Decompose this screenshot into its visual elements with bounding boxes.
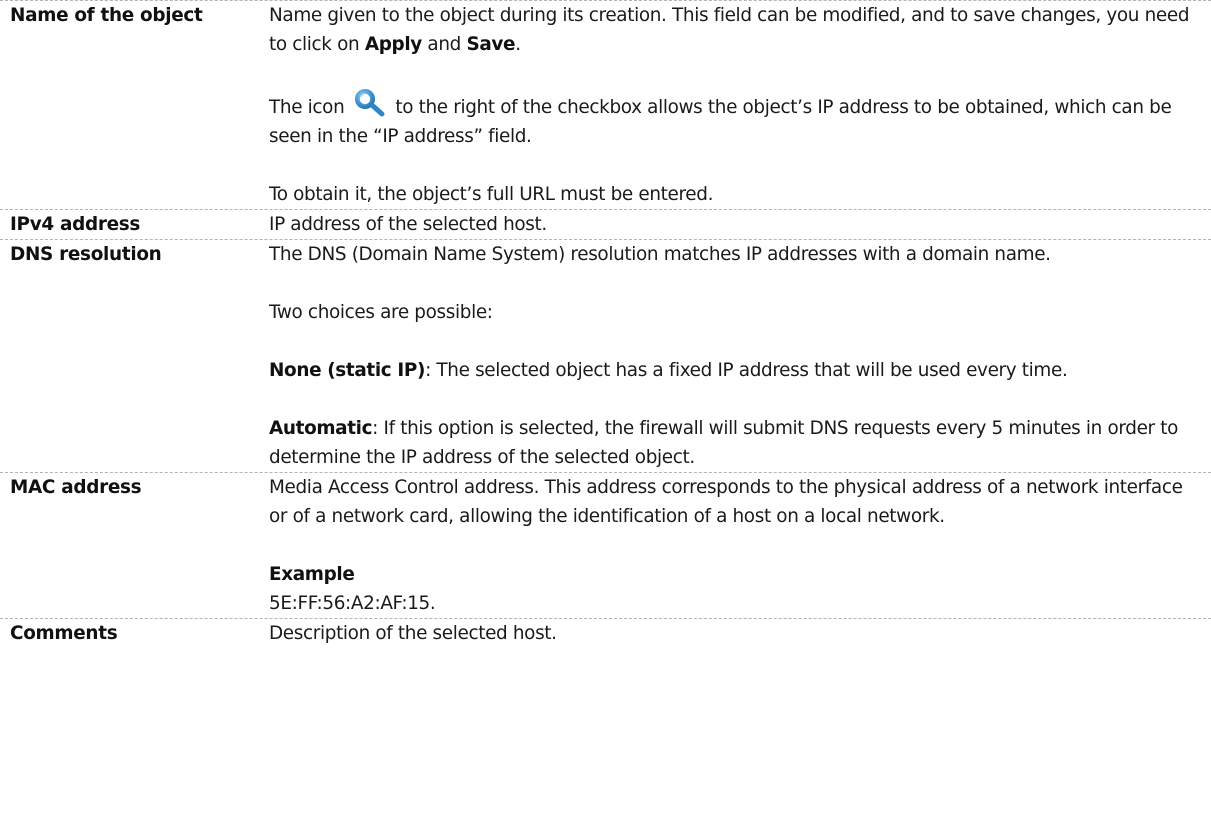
field-description: IP address of the selected host.	[269, 210, 1211, 239]
keyword-save: Save	[466, 34, 516, 55]
keyword-automatic: Automatic	[269, 418, 373, 439]
text-run: and	[421, 34, 467, 55]
field-label: Name of the object	[10, 5, 203, 26]
row-mac-address: MAC address Media Access Control address…	[0, 473, 1211, 619]
example-heading: Example	[269, 564, 355, 585]
field-description: Name given to the object during its crea…	[269, 1, 1211, 209]
magnifier-icon	[354, 89, 385, 117]
row-name-of-object: Name of the object Name given to the obj…	[0, 0, 1211, 210]
field-description: Description of the selected host.	[269, 619, 1211, 648]
field-description: Media Access Control address. This addre…	[269, 473, 1211, 618]
description-paragraph: The icon to the right of the checkbox al…	[269, 88, 1199, 151]
description-paragraph: To obtain it, the object’s full URL must…	[269, 184, 714, 205]
text-run: to the right of the checkbox allows the …	[269, 97, 1172, 147]
row-dns-resolution: DNS resolution The DNS (Domain Name Syst…	[0, 240, 1211, 473]
keyword-apply: Apply	[364, 34, 422, 55]
text-run: The icon	[269, 97, 350, 118]
field-label: MAC address	[10, 477, 142, 498]
field-label: DNS resolution	[10, 244, 162, 265]
description-paragraph: Two choices are possible:	[269, 302, 493, 323]
description-paragraph: Name given to the object during its crea…	[269, 1, 1199, 59]
description-paragraph: None (static IP): The selected object ha…	[269, 356, 1199, 385]
text-run: : If this option is selected, the firewa…	[269, 418, 1179, 468]
row-comments: Comments Description of the selected hos…	[0, 619, 1211, 648]
text-run: .	[515, 34, 521, 55]
description-paragraph: IP address of the selected host.	[269, 214, 547, 235]
field-label: IPv4 address	[10, 214, 141, 235]
description-paragraph: Media Access Control address. This addre…	[269, 477, 1183, 527]
row-ipv4-address: IPv4 address IP address of the selected …	[0, 210, 1211, 240]
keyword-none-static-ip: None (static IP)	[269, 360, 426, 381]
description-paragraph: Description of the selected host.	[269, 623, 557, 644]
description-paragraph: Automatic: If this option is selected, t…	[269, 414, 1199, 472]
text-run: : The selected object has a fixed IP add…	[425, 360, 1068, 381]
example-title: Example	[269, 560, 1199, 589]
field-description-table: Name of the object Name given to the obj…	[0, 0, 1211, 648]
example-value: 5E:FF:56:A2:AF:15.	[269, 593, 436, 614]
field-label: Comments	[10, 623, 118, 644]
field-description: The DNS (Domain Name System) resolution …	[269, 240, 1211, 472]
description-paragraph: The DNS (Domain Name System) resolution …	[269, 244, 1051, 265]
